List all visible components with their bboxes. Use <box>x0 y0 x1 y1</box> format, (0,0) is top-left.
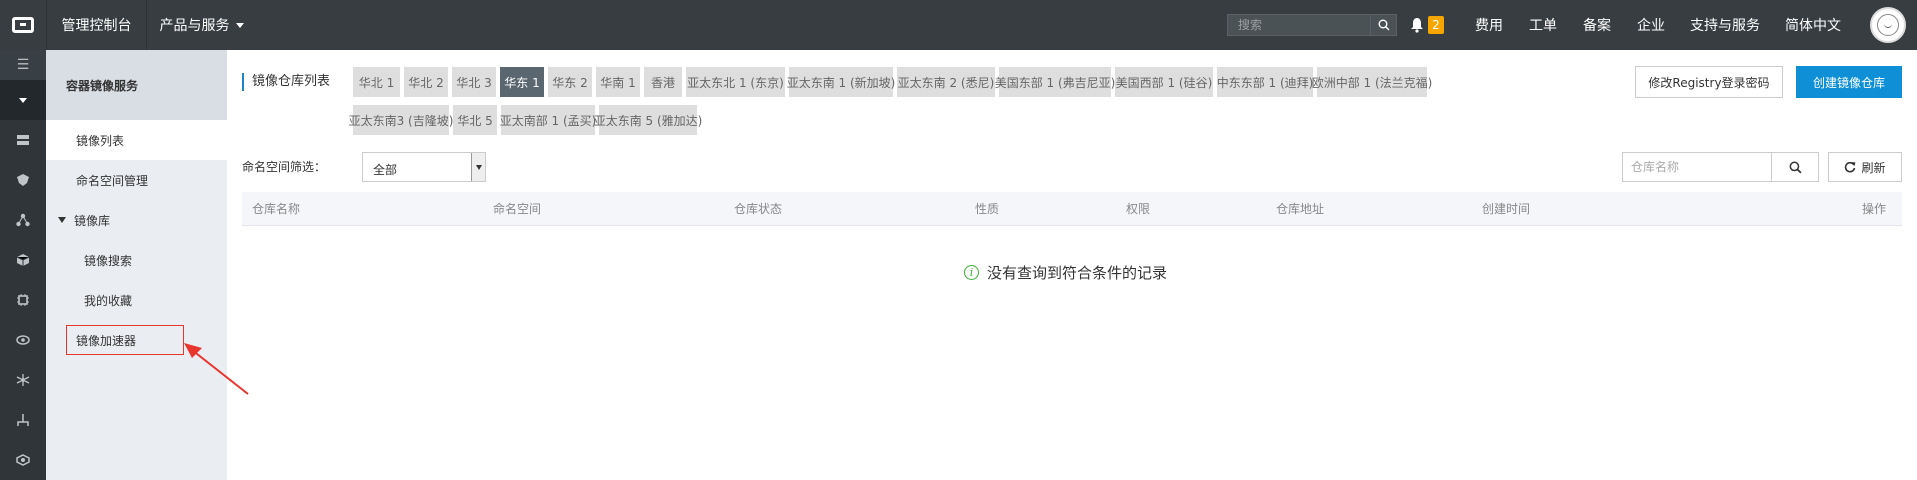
sidebar-item-label: 我的收藏 <box>84 293 133 308</box>
sidebar-item-image-search[interactable]: 镜像搜索 <box>46 240 227 280</box>
aliyun-logo[interactable] <box>0 0 46 50</box>
cloud-icon[interactable] <box>0 440 46 480</box>
language-link[interactable]: 简体中文 <box>1772 0 1854 50</box>
namespace-select-value: 全部 <box>373 163 398 177</box>
col-created: 创建时间 <box>1482 202 1531 216</box>
icp-link[interactable]: 备案 <box>1570 0 1624 50</box>
col-status: 仓库状态 <box>734 202 783 216</box>
console-link[interactable]: 管理控制台 <box>46 0 146 50</box>
enterprise-link[interactable]: 企业 <box>1624 0 1678 50</box>
cube-icon[interactable] <box>0 240 46 280</box>
create-repo-button[interactable]: 创建镜像仓库 <box>1796 66 1902 98</box>
rail-expand-icon[interactable] <box>0 80 46 120</box>
service-sidebar: 容器镜像服务 镜像列表 命名空间管理 镜像库 镜像搜索 我的收藏 镜像加速器 <box>46 50 227 480</box>
network-icon[interactable] <box>0 200 46 240</box>
namespace-filter-label: 命名空间筛选： <box>242 160 327 174</box>
icon-rail: ☰ <box>0 50 46 480</box>
repo-search-input[interactable] <box>1623 153 1770 181</box>
sidebar-item-label: 镜像列表 <box>76 133 125 148</box>
modify-password-button[interactable]: 修改Registry登录密码 <box>1635 66 1783 98</box>
repo-search <box>1622 152 1772 182</box>
search-icon[interactable] <box>1370 15 1396 35</box>
col-repo-name: 仓库名称 <box>252 202 301 216</box>
sidebar-item-namespace[interactable]: 命名空间管理 <box>46 160 227 200</box>
eye-icon[interactable] <box>0 320 46 360</box>
region-tab[interactable]: 亚太东南3 (吉隆坡) <box>349 105 453 135</box>
chevron-down-icon <box>235 22 244 28</box>
highlight-box <box>66 325 184 355</box>
region-tab[interactable]: 华东 1 <box>500 67 544 97</box>
server-icon[interactable] <box>0 120 46 160</box>
table-header: 仓库名称 命名空间 仓库状态 性质 权限 仓库地址 创建时间 操作 <box>242 192 1902 226</box>
chip-icon[interactable] <box>0 280 46 320</box>
col-type: 性质 <box>975 202 1000 216</box>
ticket-link[interactable]: 工单 <box>1516 0 1570 50</box>
avatar[interactable] <box>1870 7 1906 43</box>
region-tab[interactable]: 亚太东南 5 (雅加达) <box>594 105 702 135</box>
refresh-button[interactable]: 刷新 <box>1828 152 1902 182</box>
col-address: 仓库地址 <box>1276 202 1325 216</box>
col-namespace: 命名空间 <box>493 202 542 216</box>
region-tab[interactable]: 美国东部 1 (弗吉尼亚) <box>995 67 1115 97</box>
region-tab[interactable]: 亚太东南 1 (新加坡) <box>787 67 895 97</box>
caret-down-icon <box>58 217 66 223</box>
shield-icon[interactable] <box>0 160 46 200</box>
region-tab[interactable]: 香港 <box>644 67 682 97</box>
annotation-arrow <box>184 343 249 395</box>
sidebar-item-label: 镜像库 <box>74 213 111 228</box>
region-tab[interactable]: 华南 1 <box>596 67 640 97</box>
region-tab[interactable]: 华北 1 <box>353 67 400 97</box>
support-link[interactable]: 支持与服务 <box>1678 0 1772 50</box>
flow-icon[interactable] <box>0 400 46 440</box>
cluster-icon[interactable] <box>0 360 46 400</box>
top-bar: 管理控制台 产品与服务 2 费用 工单 备案 企业 支持与服务 简体中文 <box>0 0 1917 50</box>
search-button[interactable] <box>1771 152 1819 182</box>
info-icon: i <box>964 264 979 280</box>
col-permission: 权限 <box>1126 202 1151 216</box>
empty-state: i 没有查询到符合条件的记录 <box>964 262 1167 282</box>
page-title: 镜像仓库列表 <box>242 73 330 91</box>
products-menu[interactable]: 产品与服务 <box>146 0 256 50</box>
chevron-down-icon <box>471 153 485 181</box>
products-label: 产品与服务 <box>159 18 230 34</box>
region-tab[interactable]: 亚太南部 1 (孟买) <box>500 105 596 135</box>
empty-message: 没有查询到符合条件的记录 <box>987 263 1168 282</box>
region-tab[interactable]: 华东 2 <box>548 67 592 97</box>
sidebar-item-label: 镜像搜索 <box>84 253 133 268</box>
region-tab[interactable]: 亚太东南 2 (悉尼) <box>897 67 995 97</box>
billing-link[interactable]: 费用 <box>1462 0 1516 50</box>
refresh-icon <box>1845 161 1856 173</box>
notification-button[interactable]: 2 <box>1410 14 1452 36</box>
service-title: 容器镜像服务 <box>46 50 227 120</box>
sidebar-item-image-repo[interactable]: 镜像库 <box>46 200 227 240</box>
namespace-select[interactable]: 全部 <box>362 152 486 182</box>
top-search-input[interactable] <box>1228 15 1370 35</box>
region-tab[interactable]: 华北 5 <box>453 105 497 135</box>
sidebar-item-image-list[interactable]: 镜像列表 <box>46 120 227 160</box>
region-tab[interactable]: 华北 3 <box>452 67 496 97</box>
region-tab[interactable]: 华北 2 <box>404 67 448 97</box>
sidebar-item-label: 命名空间管理 <box>76 173 149 188</box>
bell-icon <box>1411 18 1423 33</box>
col-actions: 操作 <box>1862 202 1887 216</box>
sidebar-item-favorites[interactable]: 我的收藏 <box>46 280 227 320</box>
region-tab[interactable]: 美国西部 1 (硅谷) <box>1115 67 1213 97</box>
region-tab[interactable]: 欧洲中部 1 (法兰克福) <box>1312 67 1432 97</box>
top-search <box>1227 14 1397 36</box>
region-tab[interactable]: 中东东部 1 (迪拜) <box>1217 67 1313 97</box>
refresh-label: 刷新 <box>1861 160 1886 175</box>
notification-badge: 2 <box>1428 16 1444 34</box>
search-icon <box>1789 161 1802 174</box>
region-tab[interactable]: 亚太东北 1 (东京) <box>686 67 785 97</box>
menu-toggle-icon[interactable]: ☰ <box>0 50 46 80</box>
